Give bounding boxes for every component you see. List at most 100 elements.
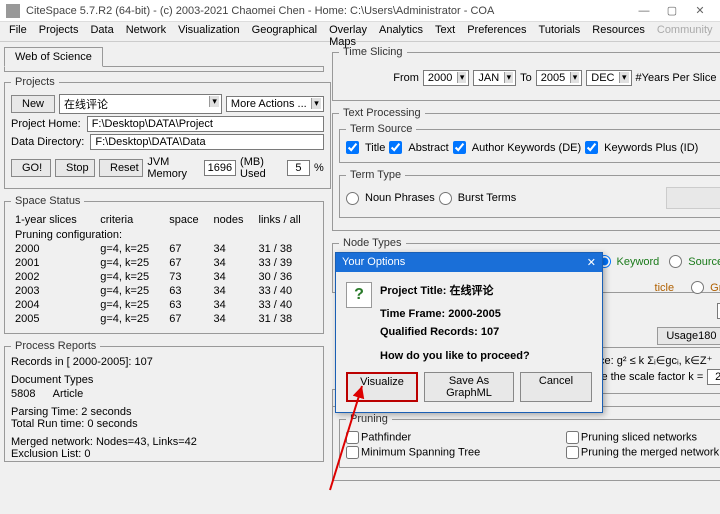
tt-legend: Term Type [346,169,405,181]
report-line: Exclusion List: 0 [11,448,317,460]
close-icon[interactable]: ✕ [686,2,714,20]
jvm-value: 1696 [204,160,236,176]
mst-checkbox[interactable] [346,446,359,459]
visualize-button[interactable]: Visualize [346,372,418,402]
space-legend: Space Status [11,195,84,207]
menu-data[interactable]: Data [85,22,118,41]
question-icon: ? [346,282,372,308]
menu-visualization[interactable]: Visualization [173,22,245,41]
maximize-icon[interactable]: ▢ [658,2,686,20]
minimize-icon[interactable]: — [630,2,658,20]
tp-legend: Text Processing [339,107,425,119]
space-status-panel: Space Status 1-year slicescriteriaspacen… [4,195,324,334]
col-header: criteria [98,213,165,227]
tab-web-of-science[interactable]: Web of Science [4,47,103,67]
report-type: Article [53,388,84,400]
table-row: 2000g=4, k=25673431 / 38 [13,243,315,255]
report-count: 5808 [11,388,35,400]
project-home-label: Project Home: [11,118,81,130]
col-header: nodes [211,213,254,227]
pruning-legend: Pruning [346,413,392,425]
reset-button[interactable]: Reset [99,159,143,177]
cancel-button[interactable]: Cancel [520,372,592,402]
table-row: 2005g=4, k=25673431 / 38 [13,313,315,325]
menu-resources[interactable]: Resources [587,22,650,41]
table-row: 2004g=4, k=25633433 / 40 [13,299,315,311]
data-dir-input[interactable]: F:\Desktop\DATA\Data [90,134,323,150]
menu-projects[interactable]: Projects [34,22,84,41]
jvm-pct: 5 [287,160,310,176]
yps-label: #Years Per Slice [636,72,717,84]
formula-text: ce: g² ≤ k Σᵢ∈gcᵢ, k∈Z⁺ [599,354,720,367]
np-radio[interactable] [346,192,359,205]
time-slicing-panel: Time Slicing From 2000 JAN To 2005 DEC #… [332,46,720,101]
text-processing-panel: Text Processing Term Source Title Abstra… [332,107,720,231]
jvm-unit: (MB) Used [240,156,281,180]
save-graphml-button[interactable]: Save As GraphML [424,372,514,402]
reports-legend: Process Reports [11,340,100,352]
app-icon [6,4,20,18]
term-type-panel: Term Type Noun Phrases Burst Terms Entro… [339,169,720,218]
col-header: space [167,213,209,227]
pct-label: % [314,162,324,174]
report-line: Document Types [11,374,317,386]
abstract-checkbox[interactable] [389,141,402,154]
to-month[interactable]: DEC [586,70,631,86]
psn-checkbox[interactable] [566,431,579,444]
dialog-title: Your Options [342,256,405,269]
prune-config: Pruning configuration: [13,229,315,241]
jvm-label: JVM Memory [147,156,197,180]
pruning-panel: Pruning Pathfinder Pruning sliced networ… [339,413,720,468]
menu-analytics[interactable]: Analytics [374,22,428,41]
menu-file[interactable]: File [4,22,32,41]
table-row: 2001g=4, k=25673433 / 39 [13,257,315,269]
menu-geographical[interactable]: Geographical [247,22,322,41]
projects-legend: Projects [11,76,59,88]
to-year[interactable]: 2005 [536,70,582,86]
projects-panel: Projects New 在线评论 More Actions ... Proje… [4,76,331,189]
window-title: CiteSpace 5.7.R2 (64-bit) - (c) 2003-202… [26,5,630,17]
project-home-input[interactable]: F:\Desktop\DATA\Project [87,116,324,132]
your-options-dialog: Your Options ✕ ? Project Title: 在线评论 Tim… [335,252,603,413]
menu-preferences[interactable]: Preferences [462,22,531,41]
usage180-tab[interactable]: Usage180 [657,327,720,345]
process-reports-panel: Process Reports Records in [ 2000-2005]:… [4,340,324,462]
menu-overlay maps[interactable]: Overlay Maps [324,22,372,41]
menu-network[interactable]: Network [121,22,171,41]
dialog-close-icon[interactable]: ✕ [587,256,596,269]
report-line: Total Run time: 0 seconds [11,418,317,430]
term-source-panel: Term Source Title Abstract Author Keywor… [339,123,720,163]
stop-button[interactable]: Stop [55,159,95,177]
pathfinder-checkbox[interactable] [346,431,359,444]
report-line: Merged network: Nodes=43, Links=42 [11,436,317,448]
grant-radio[interactable] [691,281,704,294]
scale-label: le the scale factor k = [599,371,703,383]
from-label: From [393,72,419,84]
pmn-checkbox[interactable] [566,446,579,459]
table-row: 2003g=4, k=25633433 / 40 [13,285,315,297]
bt-radio[interactable] [439,192,452,205]
col-header: 1-year slices [13,213,96,227]
from-year[interactable]: 2000 [423,70,469,86]
title-checkbox[interactable] [346,141,359,154]
to-label: To [520,72,532,84]
go-button[interactable]: GO! [11,159,51,177]
menu-text[interactable]: Text [430,22,460,41]
menu-community[interactable]: Community [652,22,718,41]
menu-tutorials[interactable]: Tutorials [534,22,586,41]
nt-legend: Node Types [339,237,406,249]
ak-checkbox[interactable] [453,141,466,154]
source-radio[interactable] [669,255,682,268]
src-legend: Term Source [346,123,416,135]
ts-legend: Time Slicing [339,46,407,58]
report-line: Records in [ 2000-2005]: 107 [11,356,317,368]
kp-checkbox[interactable] [585,141,598,154]
from-month[interactable]: JAN [473,70,516,86]
k-input[interactable]: 25 [707,369,720,385]
new-button[interactable]: New [11,95,55,113]
project-select[interactable]: 在线评论 [59,94,222,114]
data-dir-label: Data Directory: [11,136,84,148]
more-actions-select[interactable]: More Actions ... [226,96,324,112]
detect-button [666,187,720,209]
table-row: 2002g=4, k=25733430 / 36 [13,271,315,283]
